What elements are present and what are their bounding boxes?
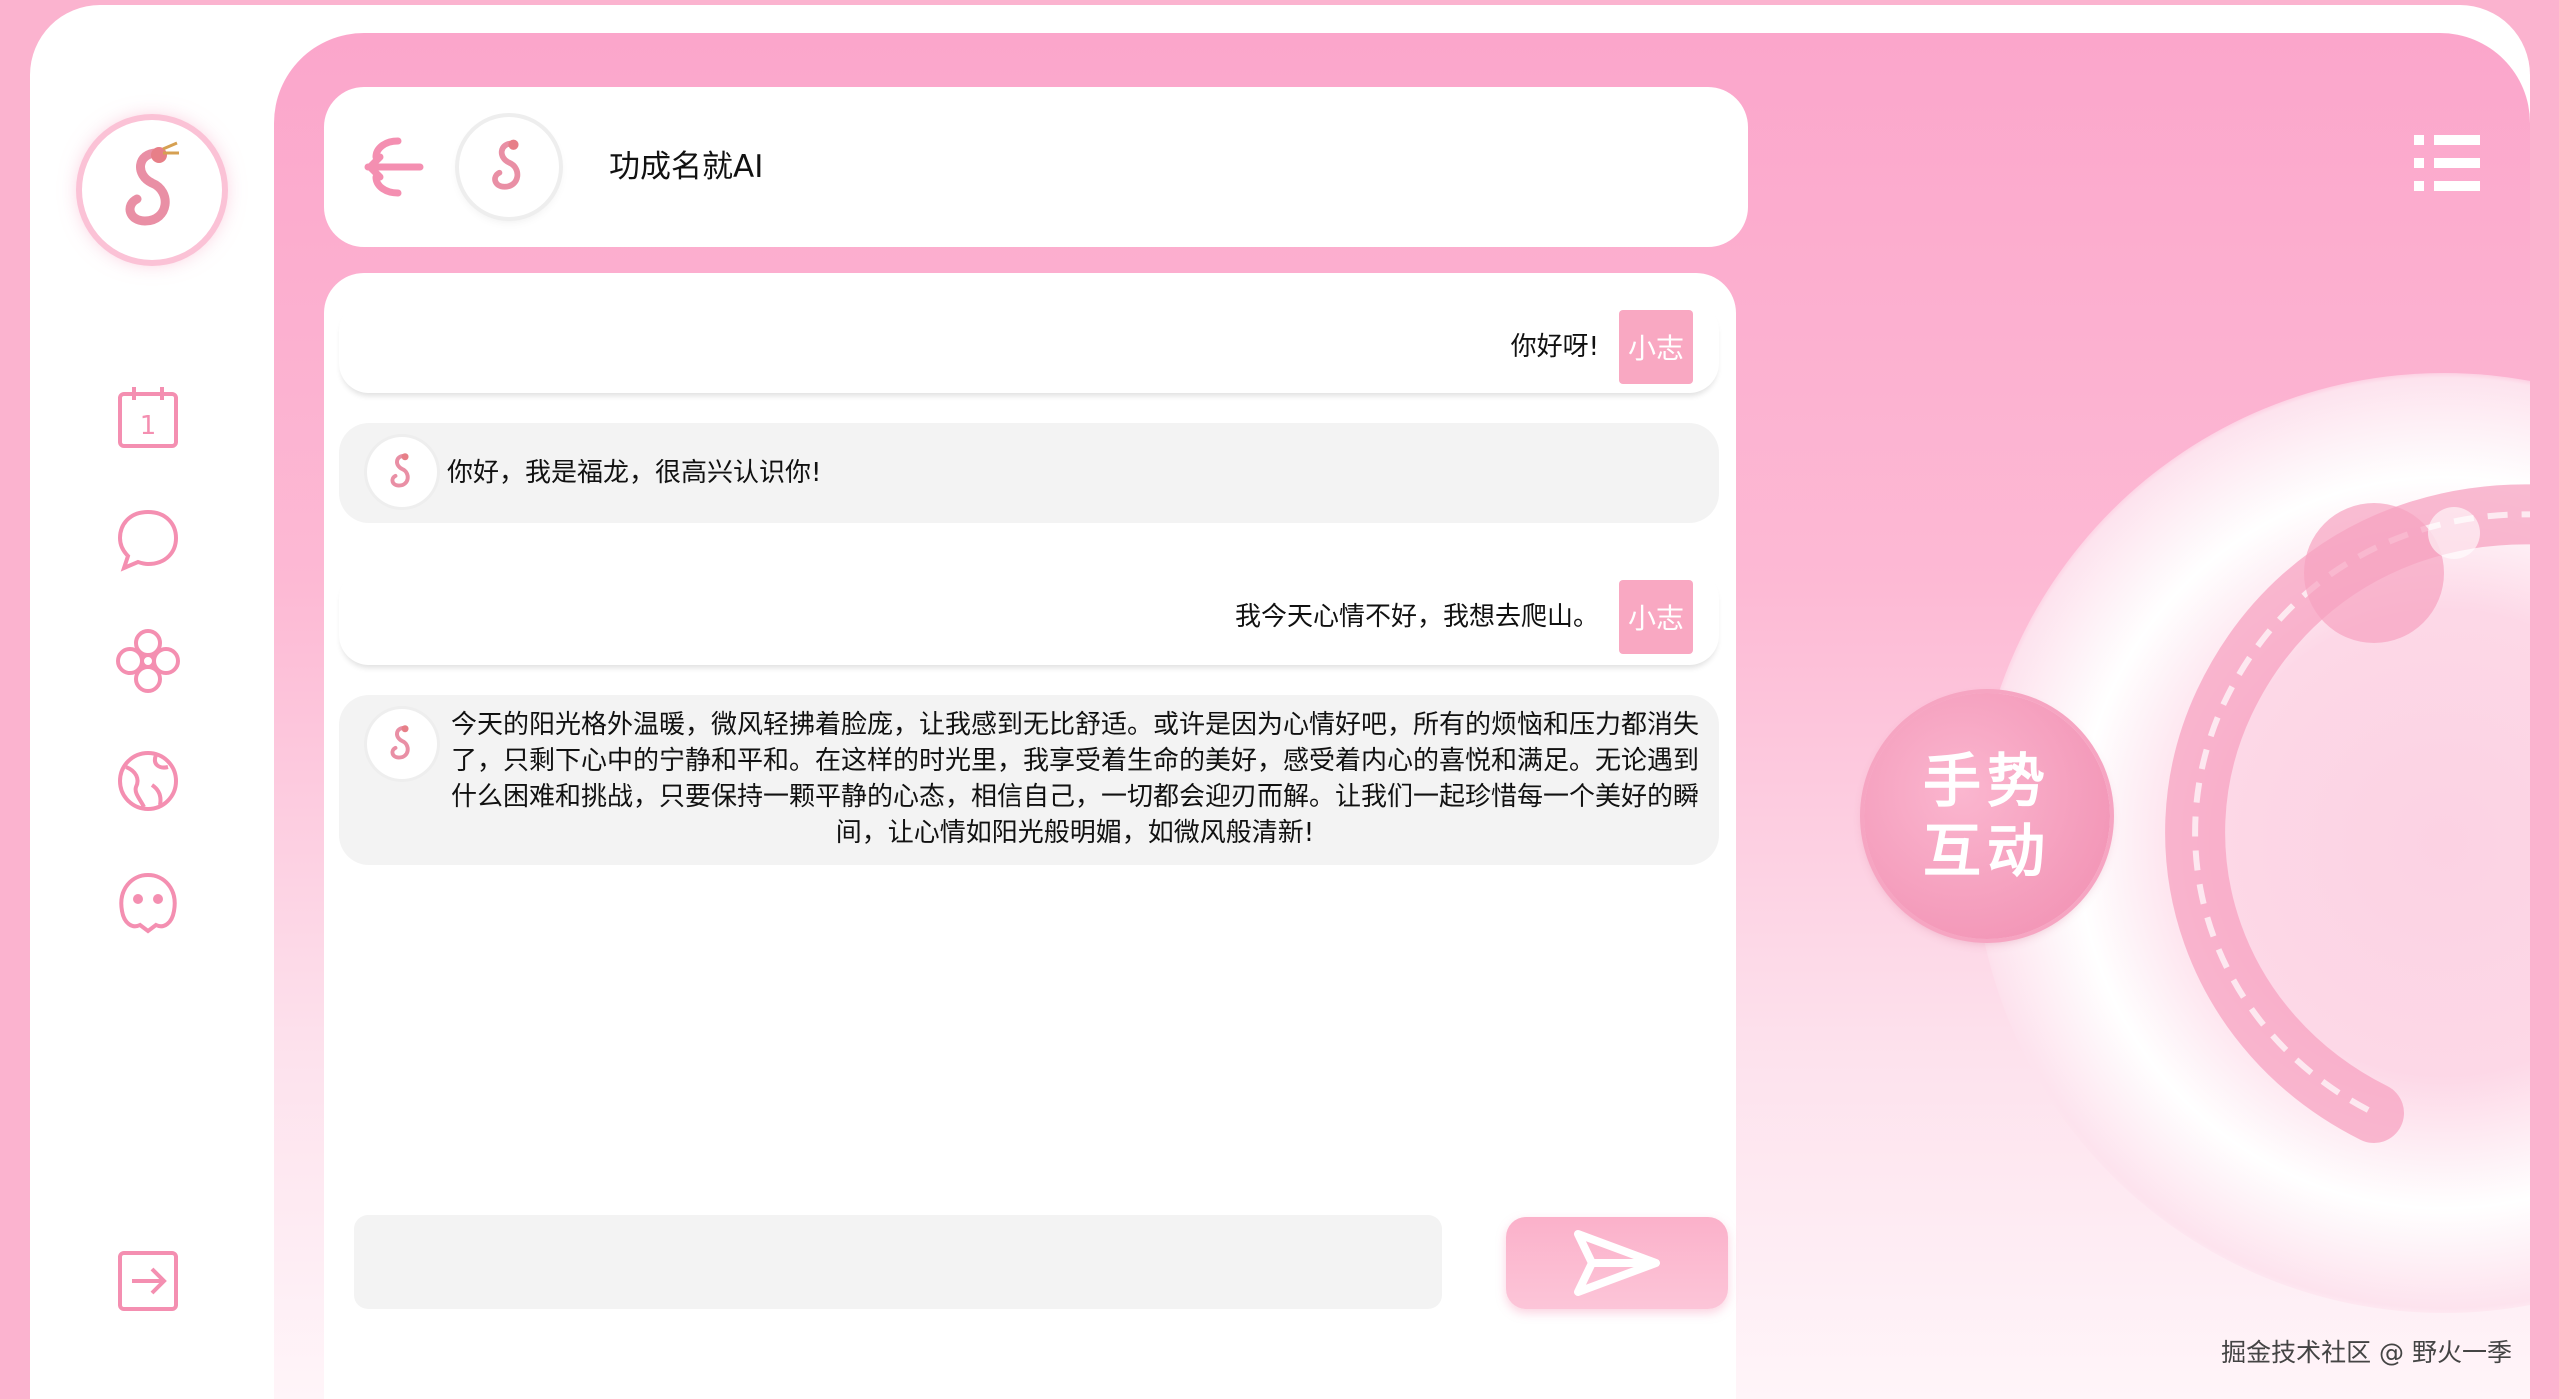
menu-icon[interactable] xyxy=(2414,133,2480,193)
main-panel: 功成名就AI 你好呀! 小志 你好，我是福龙，很高兴认识你! 我今天心情不好，我… xyxy=(274,33,2530,1399)
dragon-icon xyxy=(492,139,521,190)
message-user: 你好呀! 小志 xyxy=(339,301,1719,393)
logout-icon[interactable] xyxy=(110,1243,186,1319)
chat-title: 功成名就AI xyxy=(609,149,764,185)
message-bot: 今天的阳光格外温暖，微风轻拂着脸庞，让我感到无比舒适。或许是因为心情好吧，所有的… xyxy=(339,695,1719,865)
send-button[interactable] xyxy=(1506,1217,1728,1309)
message-user: 我今天心情不好，我想去爬山。 小志 xyxy=(339,569,1719,665)
gesture-interaction-button[interactable]: 手势 互动 xyxy=(1864,693,2110,939)
bot-avatar xyxy=(367,437,437,507)
svg-text:1: 1 xyxy=(140,411,157,441)
message-text: 我今天心情不好，我想去爬山。 xyxy=(1234,602,1599,632)
message-text: 你好呀! xyxy=(1510,332,1599,362)
ai-avatar xyxy=(459,117,559,217)
app-frame: 1 功成名就AI 你好呀! 小志 你好，我是福龙，很高兴认识你! 我今天心情不好… xyxy=(30,5,2530,1399)
watermark: 掘金技术社区 @ 野火一季 xyxy=(2221,1338,2512,1367)
gesture-label-line2: 互动 xyxy=(1922,817,2051,885)
pet-icon[interactable] xyxy=(110,863,186,939)
gesture-label-line1: 手势 xyxy=(1922,747,2051,815)
chat-icon[interactable] xyxy=(110,502,186,578)
flower-icon[interactable] xyxy=(110,623,186,699)
dragon-icon xyxy=(390,453,410,488)
dragon-emblem xyxy=(1974,373,2530,1313)
bot-avatar xyxy=(367,709,437,779)
dragon-logo xyxy=(82,120,222,260)
send-icon xyxy=(1574,1230,1660,1296)
user-badge: 小志 xyxy=(1619,580,1693,654)
user-badge: 小志 xyxy=(1619,310,1693,384)
message-bot: 你好，我是福龙，很高兴认识你! xyxy=(339,423,1719,523)
dragon-icon xyxy=(125,141,179,226)
back-icon[interactable] xyxy=(354,127,434,207)
sidebar: 1 xyxy=(30,5,275,1399)
calendar-icon[interactable]: 1 xyxy=(110,380,186,456)
globe-icon[interactable] xyxy=(110,743,186,819)
chat-header: 功成名就AI xyxy=(324,87,1748,247)
dragon-icon xyxy=(390,725,410,760)
chat-input[interactable] xyxy=(354,1215,1442,1309)
message-text: 今天的阳光格外温暖，微风轻拂着脸庞，让我感到无比舒适。或许是因为心情好吧，所有的… xyxy=(450,710,1699,848)
chat-panel: 你好呀! 小志 你好，我是福龙，很高兴认识你! 我今天心情不好，我想去爬山。 小… xyxy=(324,273,1736,1399)
message-text: 你好，我是福龙，很高兴认识你! xyxy=(447,458,822,488)
